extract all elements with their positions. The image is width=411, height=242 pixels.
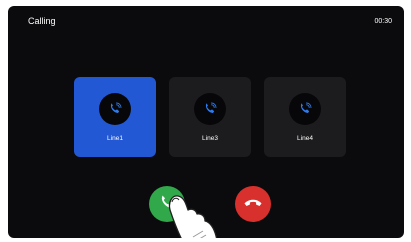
phone-answer-icon [158,193,176,216]
line-card-line4[interactable]: Line4 [264,77,346,157]
line-label: Line3 [202,135,218,142]
phone-ringing-icon [99,93,131,125]
hangup-button[interactable] [235,186,271,222]
page-title: Calling [28,16,56,26]
line-label: Line4 [297,135,313,142]
phone-ringing-icon [289,93,321,125]
phone-hangup-icon [243,195,263,213]
call-screen: Calling 00:30 Line1 Line3 Line4 [8,6,404,238]
line-label: Line1 [107,135,123,142]
phone-ringing-icon [194,93,226,125]
answer-button[interactable] [149,186,185,222]
call-timer: 00:30 [374,18,392,25]
line-card-line3[interactable]: Line3 [169,77,251,157]
line-card-line1[interactable]: Line1 [74,77,156,157]
